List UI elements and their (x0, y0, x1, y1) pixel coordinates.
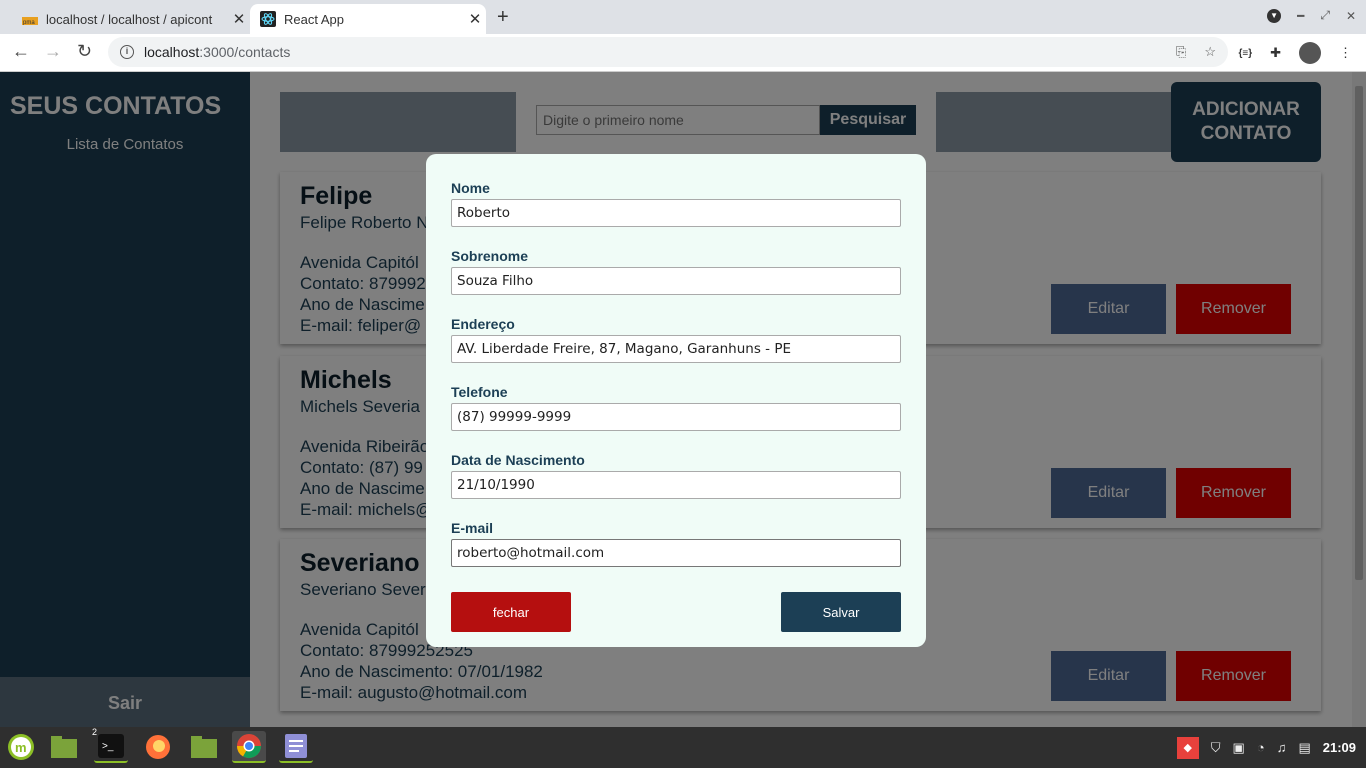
react-icon (260, 11, 276, 27)
tab-title: React App (284, 11, 344, 27)
tab-react-app[interactable]: React App ✕ (250, 4, 486, 34)
site-info-icon[interactable]: i (120, 45, 134, 59)
chrome-icon[interactable] (232, 731, 266, 763)
extension-json-icon[interactable]: {≡} (1238, 48, 1252, 59)
wifi-icon[interactable]: ◔ (1257, 740, 1265, 755)
tab-search-icon[interactable]: ▼ (1267, 8, 1282, 23)
phone-label: Telefone (451, 384, 508, 400)
profile-avatar[interactable] (1299, 42, 1321, 64)
last-name-label: Sobrenome (451, 248, 529, 264)
mint-menu-icon[interactable]: m (4, 731, 38, 763)
browser-toolbar: ← → ↻ i localhost:3000/contacts ⎘ ☆ {≡} … (0, 34, 1366, 72)
extensions-puzzle-icon[interactable]: ✚ (1270, 45, 1281, 61)
save-button[interactable]: Salvar (781, 592, 901, 632)
edit-contact-modal: Nome Sobrenome Endereço Telefone Data de… (426, 154, 926, 647)
shield-icon[interactable]: ⛉ (1211, 740, 1221, 756)
screenshot-icon[interactable]: ▣ (1233, 740, 1245, 756)
url-host: localhost (144, 44, 200, 60)
terminal-window-count: 2 (92, 727, 98, 737)
page: SEUS CONTATOS Lista de Contatos Sair Pes… (0, 72, 1366, 727)
address-field[interactable] (451, 335, 901, 363)
system-tray: ◆ ⛉ ▣ ◔ ♫ ▤ 21:09 (1176, 727, 1356, 768)
phone-field[interactable] (451, 403, 901, 431)
clipboard-icon[interactable]: ▤ (1298, 740, 1310, 756)
first-name-field[interactable] (451, 199, 901, 227)
os-taskbar: m >_ 2 ◆ ⛉ ▣ ◔ ♫ ▤ 21:09 (0, 727, 1366, 768)
first-name-label: Nome (451, 180, 490, 196)
birthdate-label: Data de Nascimento (451, 452, 585, 468)
text-editor-icon[interactable] (279, 731, 313, 763)
menu-kebab-icon[interactable]: ⋮ (1339, 45, 1352, 61)
last-name-field[interactable] (451, 267, 901, 295)
sound-icon[interactable]: ♫ (1277, 740, 1287, 755)
tab-strip: pma localhost / localhost / apicont ✕ Re… (0, 0, 1366, 34)
close-tab-icon[interactable]: ✕ (228, 10, 250, 28)
reload-icon[interactable]: ↻ (77, 41, 92, 62)
address-bar[interactable]: i localhost:3000/contacts ⎘ ☆ (108, 37, 1228, 67)
bookmark-star-icon[interactable]: ☆ (1204, 44, 1216, 60)
firefox-icon[interactable] (141, 731, 175, 763)
browser-chrome: pma localhost / localhost / apicont ✕ Re… (0, 0, 1366, 72)
anydesk-icon[interactable]: ◆ (1176, 736, 1199, 759)
back-icon[interactable]: ← (12, 41, 30, 62)
terminal-icon[interactable]: >_ 2 (92, 727, 128, 763)
url-path: :3000/contacts (199, 44, 291, 60)
close-tab-icon[interactable]: ✕ (464, 10, 486, 28)
svg-text:>_: >_ (102, 741, 114, 752)
address-label: Endereço (451, 316, 515, 332)
svg-text:m: m (15, 740, 27, 755)
show-desktop-icon[interactable] (47, 731, 81, 763)
tab-phpmyadmin[interactable]: pma localhost / localhost / apicont ✕ (12, 4, 250, 34)
close-window-icon[interactable]: ✕ (1346, 9, 1356, 23)
files-icon[interactable] (187, 731, 221, 763)
window-controls: ▼ ━ ⤢ ✕ (1267, 8, 1356, 23)
clock[interactable]: 21:09 (1323, 740, 1356, 755)
forward-icon[interactable]: → (44, 41, 62, 62)
translate-icon[interactable]: ⎘ (1176, 44, 1186, 60)
restore-icon[interactable]: ⤢ (1320, 8, 1330, 23)
email-field[interactable] (451, 539, 901, 567)
close-button[interactable]: fechar (451, 592, 571, 632)
tab-title: localhost / localhost / apicont (46, 11, 213, 27)
phpmyadmin-icon: pma (22, 11, 38, 27)
svg-text:pma: pma (23, 20, 35, 25)
email-label: E-mail (451, 520, 494, 536)
birthdate-field[interactable] (451, 471, 901, 499)
minimize-icon[interactable]: ━ (1297, 9, 1304, 23)
new-tab-icon[interactable]: + (497, 6, 509, 29)
